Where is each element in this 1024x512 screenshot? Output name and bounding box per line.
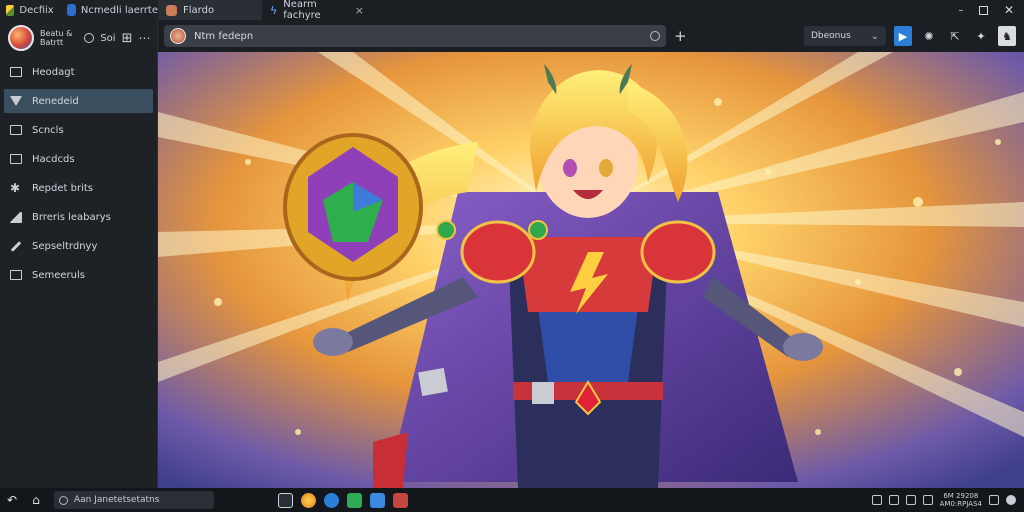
more-icon[interactable]: ⋯	[138, 31, 151, 45]
sidebar-item-sepseltrdnyy[interactable]: Sepseltrdnyy	[4, 234, 153, 258]
star-icon: ✱	[10, 181, 21, 195]
sidebar: Beatu & Batrtt Soi ⊞ ⋯ Heodagt Renedeid …	[0, 20, 158, 488]
address-text[interactable]: Ntm fedepn	[194, 31, 253, 42]
share-button[interactable]: ⇱	[946, 26, 964, 46]
clock[interactable]: 6M 29208 AM0:RPJAS4	[940, 492, 982, 508]
home-icon	[10, 211, 22, 223]
notification-icon[interactable]	[989, 495, 999, 505]
sidebar-item-repdet[interactable]: ✱ Repdet brits	[4, 176, 153, 200]
sidebar-item-label: Heodagt	[32, 66, 75, 78]
clock-line2: AM0:RPJAS4	[939, 500, 982, 508]
settings-button[interactable]: ✺	[920, 26, 938, 46]
list-icon	[10, 270, 22, 280]
sidebar-item-brreris[interactable]: Brreris leabarys	[4, 205, 153, 229]
hero-illustration	[158, 52, 1024, 488]
toolbar-right: Dbeonus ⌄ ▶ ✺ ⇱ ✦ ♞	[804, 26, 1024, 46]
sidebar-item-scncls[interactable]: Scncls	[4, 118, 153, 142]
volume-icon[interactable]	[905, 495, 916, 505]
tab-close-icon[interactable]: ×	[355, 4, 364, 17]
taskbar-search-text: Aan Janetetsetatns	[74, 495, 160, 505]
battery-icon[interactable]	[922, 495, 933, 505]
monitor-icon	[10, 67, 22, 77]
sidebar-item-label: Scncls	[32, 124, 64, 136]
reload-icon[interactable]	[650, 31, 660, 41]
address-toolbar: Ntm fedepn + Dbeonus ⌄ ▶ ✺ ⇱ ✦ ♞	[158, 20, 1024, 52]
app-switch-icon[interactable]	[66, 4, 76, 16]
tab-flardo[interactable]: Flardo	[158, 0, 262, 20]
chevron-down-icon: ⌄	[870, 30, 879, 42]
mail-icon[interactable]	[370, 492, 385, 508]
taskbar: ↶ ⌂ Aan Janetetsetatns 6M 29208 AM0:RPJA…	[0, 488, 1024, 512]
title-bar: Decfiix Ncmedli laerrte Flardo ϟ Nearm f…	[0, 0, 1024, 21]
chat-icon[interactable]	[888, 495, 899, 505]
browser-icon[interactable]	[301, 492, 316, 508]
avatar[interactable]	[8, 25, 34, 51]
main-artwork	[158, 52, 1024, 488]
pinned-apps	[278, 492, 408, 508]
sidebar-item-label: Hacdcds	[32, 153, 75, 165]
status-ring-icon[interactable]	[84, 33, 95, 43]
extension-button[interactable]: ✦	[972, 26, 990, 46]
tab-nearm[interactable]: ϟ Nearm fachyre ×	[262, 0, 372, 21]
network-icon[interactable]	[871, 495, 882, 505]
back-icon[interactable]: ↶	[0, 488, 24, 512]
brand-area: Decfiix Ncmedli laerrte	[0, 0, 158, 20]
sidebar-item-label: Renedeid	[32, 95, 79, 107]
profile-button[interactable]: ♞	[998, 26, 1016, 46]
profile-count: Soi	[100, 32, 116, 44]
address-bar[interactable]: Ntm fedepn	[164, 25, 666, 47]
minimize-button[interactable]: –	[950, 0, 972, 20]
sidebar-item-label: Brreris leabarys	[32, 211, 111, 223]
profile-name-line2: Batrtt	[40, 38, 64, 47]
filter-icon	[10, 96, 22, 106]
site-favicon-icon	[170, 28, 186, 44]
profile-name: Beatu & Batrtt	[40, 29, 72, 47]
sidebar-item-renedeid[interactable]: Renedeid	[4, 89, 153, 113]
sidebar-item-hacdcds[interactable]: Hacdcds	[4, 147, 153, 171]
search-dropdown[interactable]: Dbeonus ⌄	[804, 26, 886, 46]
home-icon[interactable]: ⌂	[24, 488, 48, 512]
sidebar-nav: Heodagt Renedeid Scncls Hacdcds ✱ Repdet…	[0, 60, 157, 287]
gear-icon: ✺	[924, 29, 934, 43]
search-dropdown-label: Dbeonus	[811, 31, 851, 41]
window-controls: – ✕	[950, 0, 1024, 20]
task-view-icon[interactable]	[278, 492, 293, 508]
sidebar-item-label: Semeeruls	[32, 269, 85, 281]
app-tab-label[interactable]: Ncmedli laerrte	[81, 5, 158, 16]
folder-icon	[10, 125, 22, 135]
tab-lightning-icon: ϟ	[270, 3, 278, 17]
user-icon: ♞	[1002, 29, 1012, 43]
photos-icon[interactable]	[393, 492, 408, 508]
sparkle-icon: ✦	[976, 29, 986, 43]
bookmark-icon: ▶	[898, 29, 908, 43]
monitor-icon	[10, 154, 22, 164]
close-button[interactable]: ✕	[994, 0, 1024, 20]
store-icon[interactable]	[347, 492, 362, 508]
new-tab-button[interactable]: +	[674, 27, 687, 45]
edge-icon[interactable]	[324, 492, 339, 508]
pen-icon	[10, 240, 22, 252]
bookmark-button[interactable]: ▶	[894, 26, 912, 46]
sidebar-item-semeeruls[interactable]: Semeeruls	[4, 263, 153, 287]
profile-name-line1: Beatu &	[40, 29, 73, 38]
show-desktop-icon[interactable]	[1006, 495, 1016, 505]
tab-label: Nearm fachyre	[283, 0, 321, 21]
tab-label: Flardo	[183, 4, 215, 16]
add-icon[interactable]: ⊞	[122, 31, 133, 46]
tab-favicon-icon	[166, 4, 177, 16]
restore-button[interactable]	[972, 0, 994, 20]
profile-row: Beatu & Batrtt Soi ⊞ ⋯	[0, 20, 157, 56]
sidebar-item-label: Sepseltrdnyy	[32, 240, 98, 252]
sidebar-item-heodagt[interactable]: Heodagt	[4, 60, 153, 84]
system-tray: 6M 29208 AM0:RPJAS4	[871, 492, 1024, 508]
app-name: Decfiix	[19, 4, 54, 16]
restore-icon	[978, 5, 988, 15]
clock-line1: 6M 29208	[943, 492, 979, 500]
sidebar-item-label: Repdet brits	[32, 182, 93, 194]
app-logo-icon	[6, 4, 15, 16]
taskbar-search[interactable]: Aan Janetetsetatns	[54, 491, 214, 509]
share-icon: ⇱	[950, 29, 960, 43]
search-icon	[59, 495, 68, 505]
